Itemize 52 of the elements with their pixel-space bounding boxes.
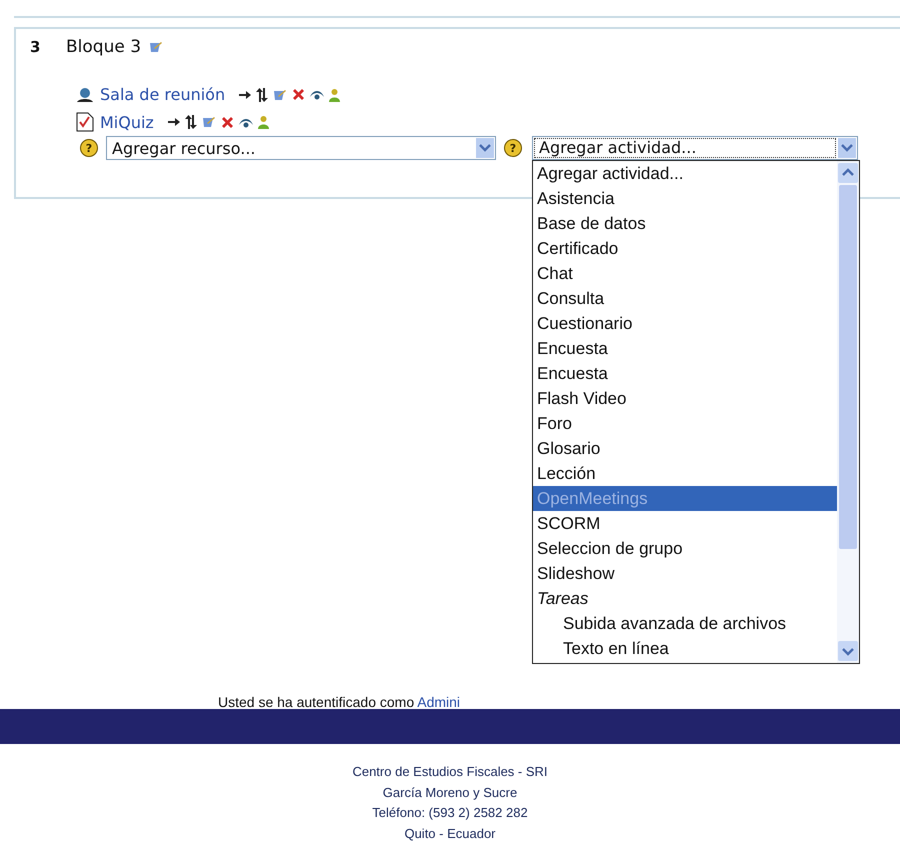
up-down-arrows-icon[interactable] — [256, 88, 268, 102]
dropdown-option[interactable]: Flash Video — [533, 386, 837, 411]
option-group-label: Tareas — [536, 588, 590, 610]
dropdown-option[interactable]: Consulta — [533, 286, 837, 311]
delete-icon[interactable] — [220, 116, 234, 128]
dropdown-option[interactable]: Agregar actividad... — [533, 161, 837, 186]
dropdown-option[interactable]: SCORM — [533, 511, 837, 536]
section-number: 3 — [30, 38, 42, 56]
dropdown-option[interactable]: Lección — [533, 461, 837, 486]
address-line: García Moreno y Sucre — [382, 784, 518, 802]
address-line: Teléfono: (593 2) 2582 282 — [372, 804, 528, 822]
resource-dropdown[interactable]: Agregar recurso... — [106, 136, 496, 160]
scroll-up-icon[interactable] — [838, 163, 858, 183]
dropdown-option[interactable]: Subida avanzada de archivos — [533, 611, 837, 636]
right-arrow-icon[interactable] — [168, 117, 180, 127]
scroll-down-icon[interactable] — [838, 641, 858, 661]
delete-icon[interactable] — [292, 88, 306, 101]
user-icon[interactable] — [258, 115, 269, 129]
address-line: Quito - Ecuador — [404, 824, 496, 842]
checked-document-icon — [76, 112, 94, 132]
eye-icon[interactable] — [310, 89, 324, 100]
dropdown-option[interactable]: Texto en línea — [533, 636, 837, 661]
edit-icon[interactable] — [149, 41, 164, 53]
dropdown-option[interactable]: Foro — [533, 411, 837, 436]
scrollbar[interactable] — [837, 161, 859, 663]
dropdown-option[interactable]: Encuesta — [533, 361, 837, 386]
dropdown-option[interactable]: Glosario — [533, 436, 837, 461]
eye-icon[interactable] — [238, 116, 253, 128]
activity-link[interactable]: MiQuiz — [100, 112, 154, 132]
scroll-thumb[interactable] — [839, 185, 857, 549]
user-link[interactable]: Admini — [417, 694, 460, 710]
dropdown-option[interactable]: Slideshow — [533, 561, 837, 586]
login-status-text: Usted se ha autentificado como — [218, 694, 414, 710]
up-down-arrows-icon[interactable] — [184, 115, 197, 129]
person-icon — [76, 86, 94, 102]
right-arrow-icon[interactable] — [239, 90, 252, 100]
dropdown-option[interactable]: Chat — [533, 261, 837, 286]
edit-icon[interactable] — [273, 88, 288, 100]
dropdown-option[interactable]: Encuesta — [533, 336, 837, 361]
dropdown-option[interactable]: Cuestionario — [533, 311, 837, 336]
help-icon[interactable]: ? — [80, 139, 98, 157]
user-icon[interactable] — [329, 88, 340, 102]
dropdown-option[interactable]: Certificado — [533, 236, 837, 261]
dropdown-option[interactable]: Base de datos — [533, 211, 837, 236]
activity-link[interactable]: Sala de reunión — [100, 85, 226, 104]
activity-dropdown[interactable]: Agregar actividad... — [532, 136, 858, 160]
dropdown-option[interactable]: Asistencia — [533, 186, 837, 211]
help-icon[interactable]: ? — [504, 139, 522, 157]
address-line: Centro de Estudios Fiscales - SRI — [352, 763, 548, 781]
section-title: Bloque 3 — [66, 37, 142, 57]
dropdown-option[interactable]: Seleccion de grupo — [533, 536, 837, 561]
edit-icon[interactable] — [202, 116, 216, 128]
